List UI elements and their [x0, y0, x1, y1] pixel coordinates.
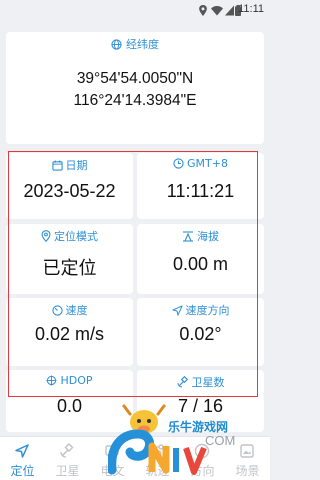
- date-label: 日期: [6, 157, 133, 173]
- date-cell: 日期 2023-05-22: [6, 153, 133, 219]
- satellite-icon: [177, 376, 188, 388]
- speed-cell: 速度 0.02 m/s: [6, 298, 133, 366]
- clock-icon: [173, 158, 184, 169]
- tab-satellite[interactable]: 卫星: [45, 437, 90, 480]
- coordinates-card: 经纬度 39°54'54.0050"N 116°24'14.3984"E: [6, 32, 264, 144]
- satellite-icon: [60, 443, 74, 458]
- track-icon: [150, 444, 164, 458]
- signal-icon: [225, 5, 234, 16]
- navigation-icon: [15, 444, 29, 458]
- tab-location[interactable]: 定位: [0, 437, 45, 480]
- latitude-value: 39°54'54.0050"N: [76, 70, 194, 87]
- location-pin-icon: [41, 230, 51, 242]
- timezone-label: GMT+8: [137, 157, 264, 170]
- calendar-icon: [51, 160, 63, 171]
- speed-direction-cell: 速度方向 0.02°: [137, 298, 264, 366]
- hdop-cell: HDOP 0.0: [6, 370, 133, 432]
- tab-message-label: 电文: [100, 464, 125, 478]
- scene-icon: [240, 444, 254, 458]
- satellites-label: 卫星数: [137, 374, 264, 390]
- tab-message[interactable]: 电文: [90, 437, 135, 480]
- status-time: 11:11: [238, 3, 264, 15]
- speed-direction-label: 速度方向: [137, 302, 264, 318]
- positioning-mode-label: 定位模式: [6, 228, 133, 244]
- speed-label: 速度: [6, 302, 133, 318]
- location-pin-icon: [199, 5, 207, 16]
- altitude-label: 海拔: [137, 228, 264, 244]
- time-cell: GMT+8 11:11:21: [137, 153, 264, 219]
- tab-location-label: 定位: [10, 464, 35, 478]
- time-value: 11:11:21: [166, 181, 235, 201]
- hdop-value: 0.0: [56, 396, 83, 416]
- message-icon: [105, 445, 119, 459]
- positioning-mode-value: 已定位: [42, 258, 97, 278]
- date-value: 2023-05-22: [23, 181, 116, 201]
- globe-icon: [111, 39, 122, 50]
- altitude-cell: 海拔 0.00 m: [137, 224, 264, 294]
- positioning-mode-cell: 定位模式 已定位: [6, 224, 133, 294]
- coordinates-header: 经纬度: [6, 36, 264, 52]
- wifi-icon: [211, 6, 223, 16]
- navigation-arrow-icon: [171, 305, 183, 316]
- coordinates-title: 经纬度: [126, 38, 159, 51]
- crosshair-icon: [46, 375, 58, 386]
- speed-direction-value: 0.02°: [179, 324, 222, 344]
- speed-value: 0.02 m/s: [34, 324, 105, 344]
- altitude-value: 0.00 m: [172, 254, 229, 274]
- altitude-icon: [183, 231, 193, 242]
- tab-track[interactable]: 轨迹: [135, 437, 180, 480]
- tab-scene-label: 场景: [235, 464, 260, 478]
- status-bar: 11:11: [0, 0, 270, 22]
- tab-track-label: 轨迹: [145, 464, 170, 478]
- longitude-value: 116°24'14.3984"E: [73, 92, 197, 109]
- watermark-domain: COM: [205, 433, 236, 448]
- speedometer-icon: [51, 305, 63, 316]
- satellites-value: 7 / 16: [177, 396, 224, 416]
- tab-direction-label: 方向: [190, 464, 215, 478]
- hdop-label: HDOP: [6, 374, 133, 387]
- tab-satellite-label: 卫星: [55, 464, 80, 478]
